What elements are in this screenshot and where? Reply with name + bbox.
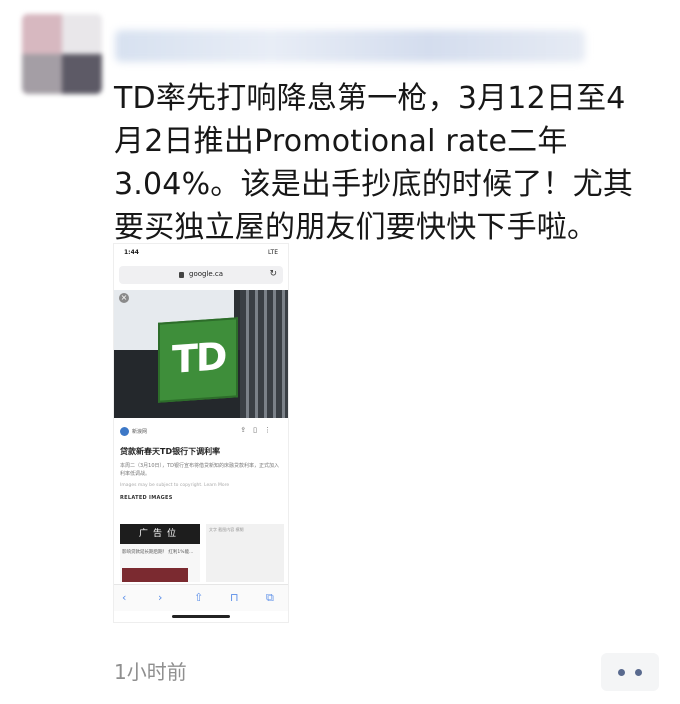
building bbox=[240, 290, 288, 418]
status-time: 1:44 bbox=[124, 249, 139, 256]
status-signal: LTE bbox=[268, 249, 278, 256]
thumb-image bbox=[122, 568, 188, 582]
share-icon[interactable]: ⇧ bbox=[194, 591, 203, 604]
browser-toolbar: ‹ › ⇧ ⊓ ⧉ bbox=[114, 584, 288, 611]
td-sign: TD bbox=[158, 317, 238, 403]
source-row: 新浪网 ⇪▯⋮ bbox=[120, 424, 282, 440]
reload-icon[interactable]: ↻ bbox=[269, 269, 277, 279]
source-icon bbox=[120, 427, 129, 436]
post-time: 1小时前 bbox=[114, 660, 187, 684]
post-text: TD率先打响降息第一枪，3月12日至4 月2日推出Promotional rat… bbox=[114, 81, 634, 245]
close-icon[interactable]: × bbox=[119, 293, 129, 303]
nickname-blurred[interactable] bbox=[115, 30, 585, 62]
related-thumb[interactable]: 文字 截图内容 模糊 bbox=[206, 524, 284, 582]
thumb-caption: 影响贷款延长期后期！ 红利1%能... bbox=[122, 550, 194, 555]
related-thumb[interactable]: 广告位 影响贷款延长期后期！ 红利1%能... bbox=[120, 524, 200, 582]
url-bar[interactable]: google.ca ↻ bbox=[119, 266, 283, 284]
avatar-pixel bbox=[22, 54, 62, 94]
related-images-label: RELATED IMAGES bbox=[120, 495, 173, 501]
td-logo: TD bbox=[172, 334, 226, 382]
article-info: 新浪网 ⇪▯⋮ 贷款新春天TD银行下调利率 本周二（3月10日），TD银行宣布将… bbox=[120, 424, 282, 501]
copyright-note: Images may be subject to copyright. Lear… bbox=[120, 483, 230, 488]
post-image[interactable]: 1:44 LTE google.ca ↻ × TD 新浪网 ⇪▯⋮ 贷款新春天T… bbox=[114, 244, 288, 622]
forward-icon[interactable]: › bbox=[158, 591, 162, 604]
avatar-pixel bbox=[22, 14, 62, 54]
share-bookmark-more-icons[interactable]: ⇪▯⋮ bbox=[240, 426, 278, 434]
ad-label: 广告位 bbox=[120, 524, 200, 544]
bookmarks-icon[interactable]: ⊓ bbox=[230, 591, 239, 604]
article-desc: 本周二（3月10日），TD银行宣布将借贷新知的床融贷款利率，正式加入利率低调战。 bbox=[120, 463, 279, 477]
dot-icon bbox=[635, 669, 642, 676]
article-title[interactable]: 贷款新春天TD银行下调利率 bbox=[120, 446, 282, 457]
tabs-icon[interactable]: ⧉ bbox=[266, 591, 274, 605]
more-button[interactable] bbox=[601, 653, 659, 691]
url-text: google.ca bbox=[189, 270, 224, 278]
lock-icon bbox=[179, 272, 184, 278]
status-bar: 1:44 LTE bbox=[114, 244, 288, 260]
avatar-pixel bbox=[62, 54, 102, 94]
home-indicator bbox=[172, 615, 230, 618]
avatar[interactable] bbox=[22, 14, 102, 94]
source-name: 新浪网 bbox=[132, 429, 148, 435]
avatar-pixel bbox=[62, 14, 102, 54]
td-photo: × TD bbox=[114, 290, 288, 418]
back-icon[interactable]: ‹ bbox=[122, 591, 126, 604]
dot-icon bbox=[618, 669, 625, 676]
